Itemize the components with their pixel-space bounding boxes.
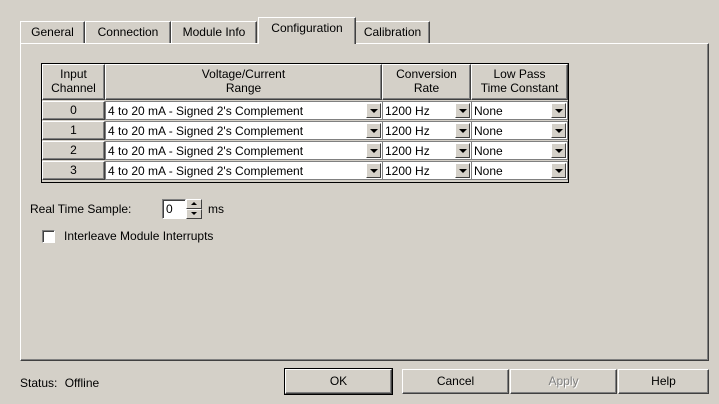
ok-button[interactable]: OK (284, 368, 393, 395)
dropdown-arrow-icon[interactable] (366, 143, 381, 158)
apply-button[interactable]: Apply (510, 369, 617, 394)
header-conversion-rate: Conversion Rate (382, 64, 471, 100)
real-time-sample-input[interactable]: 0 (162, 199, 186, 219)
dropdown-arrow-icon[interactable] (551, 143, 566, 158)
dropdown-arrow-icon[interactable] (455, 103, 470, 118)
dropdown-arrow-icon[interactable] (551, 123, 566, 138)
interleave-checkbox[interactable] (42, 230, 55, 243)
dropdown-arrow-icon[interactable] (551, 163, 566, 178)
filter-select-ch0[interactable]: None (471, 101, 568, 120)
status-value: Offline (64, 376, 100, 390)
filter-value: None (474, 104, 503, 118)
filter-select-ch2[interactable]: None (471, 141, 568, 160)
dropdown-arrow-icon[interactable] (366, 123, 381, 138)
channel-1-button[interactable]: 1 (42, 121, 105, 140)
header-text: Conversion (396, 67, 457, 81)
spin-up-icon[interactable] (186, 199, 202, 209)
filter-value: None (474, 164, 503, 178)
range-select-ch2[interactable]: 4 to 20 mA - Signed 2's Complement (105, 141, 383, 160)
filter-value: None (474, 144, 503, 158)
rate-value: 1200 Hz (385, 104, 430, 118)
spin-down-icon[interactable] (186, 209, 202, 219)
header-text: Voltage/Current (201, 67, 286, 81)
header-text: Rate (413, 81, 440, 95)
header-text: Time Constant (480, 81, 559, 95)
status-bar: Status: Offline (20, 375, 99, 391)
channel-config-table: Input Channel Voltage/Current Range Conv… (41, 63, 569, 183)
range-value: 4 to 20 mA - Signed 2's Complement (108, 164, 304, 178)
dropdown-arrow-icon[interactable] (455, 123, 470, 138)
rate-value: 1200 Hz (385, 124, 430, 138)
header-low-pass-time-constant: Low Pass Time Constant (471, 64, 568, 100)
tab-configuration[interactable]: Configuration (258, 17, 356, 44)
real-time-sample-spinner[interactable] (186, 199, 202, 219)
rate-select-ch0[interactable]: 1200 Hz (382, 101, 472, 120)
range-value: 4 to 20 mA - Signed 2's Complement (108, 124, 304, 138)
header-text: Low Pass (493, 67, 546, 81)
dropdown-arrow-icon[interactable] (551, 103, 566, 118)
channel-0-button[interactable]: 0 (42, 101, 105, 120)
real-time-sample-value: 0 (166, 202, 173, 216)
dropdown-arrow-icon[interactable] (455, 163, 470, 178)
rate-select-ch3[interactable]: 1200 Hz (382, 161, 472, 180)
dropdown-arrow-icon[interactable] (366, 163, 381, 178)
rate-value: 1200 Hz (385, 164, 430, 178)
header-text: Input (60, 67, 87, 81)
rate-select-ch1[interactable]: 1200 Hz (382, 121, 472, 140)
range-select-ch1[interactable]: 4 to 20 mA - Signed 2's Complement (105, 121, 383, 140)
status-label: Status: (20, 376, 58, 390)
dropdown-arrow-icon[interactable] (455, 143, 470, 158)
real-time-sample-unit: ms (208, 202, 224, 216)
real-time-sample-label: Real Time Sample: (30, 202, 132, 216)
header-voltage-current-range: Voltage/Current Range (105, 64, 382, 100)
interleave-label[interactable]: Interleave Module Interrupts (64, 228, 213, 244)
dropdown-arrow-icon[interactable] (366, 103, 381, 118)
tab-module-info[interactable]: Module Info (171, 21, 257, 43)
filter-select-ch3[interactable]: None (471, 161, 568, 180)
cancel-button[interactable]: Cancel (402, 369, 509, 394)
filter-value: None (474, 124, 503, 138)
channel-3-button[interactable]: 3 (42, 161, 105, 180)
range-select-ch3[interactable]: 4 to 20 mA - Signed 2's Complement (105, 161, 383, 180)
rate-select-ch2[interactable]: 1200 Hz (382, 141, 472, 160)
tab-calibration[interactable]: Calibration (355, 21, 430, 43)
channel-2-button[interactable]: 2 (42, 141, 105, 160)
header-text: Channel (51, 81, 96, 95)
tab-general[interactable]: General (20, 21, 85, 43)
rate-value: 1200 Hz (385, 144, 430, 158)
filter-select-ch1[interactable]: None (471, 121, 568, 140)
range-select-ch0[interactable]: 4 to 20 mA - Signed 2's Complement (105, 101, 383, 120)
range-value: 4 to 20 mA - Signed 2's Complement (108, 104, 304, 118)
tab-connection[interactable]: Connection (85, 21, 171, 43)
header-text: Range (225, 81, 262, 95)
range-value: 4 to 20 mA - Signed 2's Complement (108, 144, 304, 158)
header-input-channel: Input Channel (42, 64, 105, 100)
help-button[interactable]: Help (618, 369, 709, 394)
